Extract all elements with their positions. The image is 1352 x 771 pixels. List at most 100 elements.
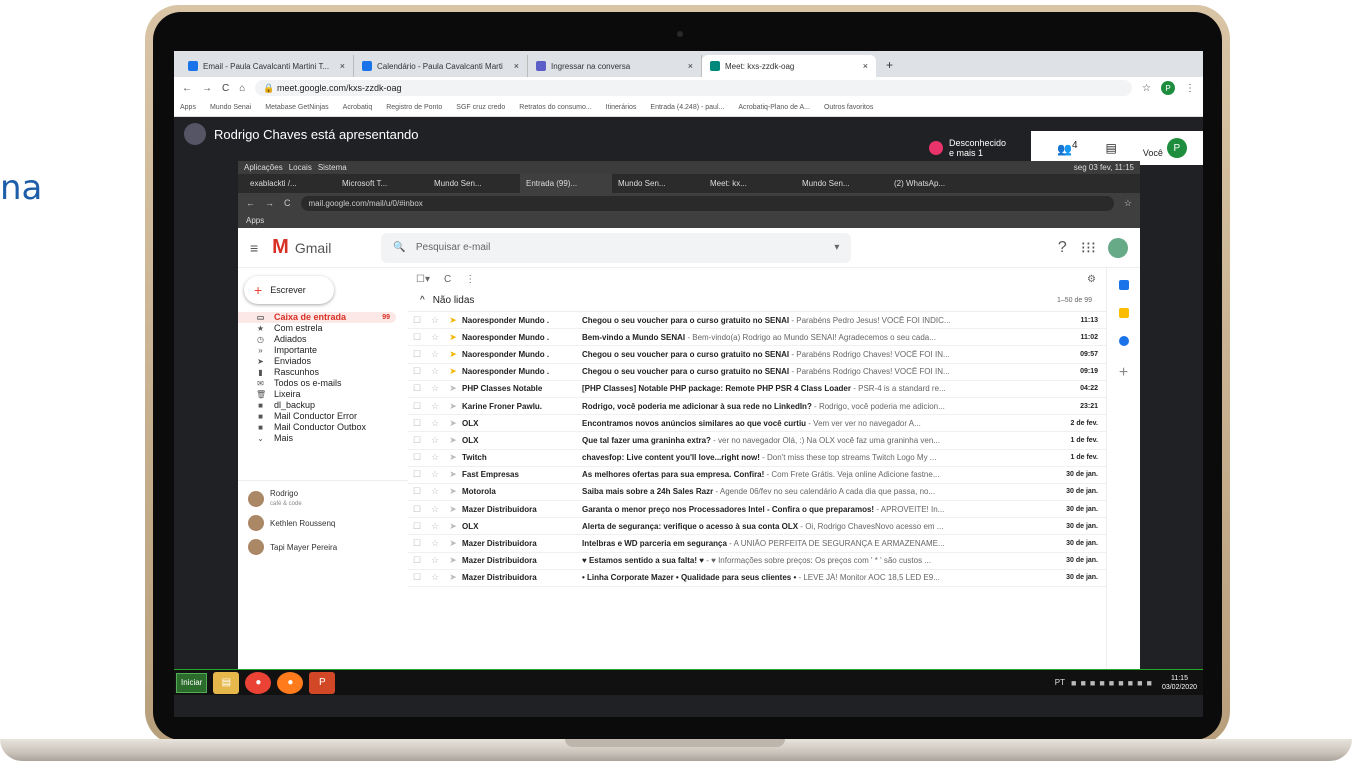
os-menu-item[interactable]: Sistema (318, 163, 347, 172)
sidebar-item[interactable]: ■ Mail Conductor Outbox (238, 422, 408, 433)
inner-reload-icon[interactable]: C (284, 198, 291, 208)
inner-tab[interactable]: Meet: kx... (704, 174, 796, 193)
inner-tab[interactable]: Mundo Sen... (428, 174, 520, 193)
more-icon[interactable]: ⋮ (465, 274, 475, 285)
sidebar-item[interactable]: 🗑 Lixeira (238, 389, 408, 400)
forward-icon[interactable]: → (202, 83, 212, 94)
row-checkbox[interactable]: ☐ (408, 435, 426, 446)
new-tab-icon[interactable]: + (886, 58, 893, 72)
important-marker-icon[interactable]: ➤ (444, 418, 462, 429)
tasks-icon[interactable] (1118, 336, 1129, 346)
inner-apps[interactable]: Apps (238, 213, 1140, 228)
table-row[interactable]: ☐ ☆ ➤ OLX Alerta de segurança: verifique o a… (408, 518, 1106, 536)
close-icon[interactable]: × (340, 61, 345, 71)
important-marker-icon[interactable]: ➤ (444, 555, 462, 566)
inner-star-icon[interactable]: ☆ (1124, 198, 1132, 209)
table-row[interactable]: ☐ ☆ ➤ PHP Classes Notable [PHP Classes] Nota… (408, 381, 1106, 398)
row-checkbox[interactable]: ☐ (408, 332, 426, 343)
star-icon[interactable]: ☆ (426, 486, 444, 497)
sidebar-item[interactable]: ◷ Adiados (238, 334, 408, 345)
star-icon[interactable]: ☆ (426, 521, 444, 532)
chat-icon[interactable]: ▤ (1106, 141, 1117, 155)
row-checkbox[interactable]: ☐ (408, 349, 426, 360)
row-checkbox[interactable]: ☐ (408, 555, 426, 566)
bookmark-item[interactable]: Apps (180, 104, 196, 111)
sidebar-item[interactable]: ✉ Todos os e-mails (238, 378, 408, 389)
bookmark-item[interactable]: Acrobatiq-Plano de A... (738, 104, 810, 111)
star-icon[interactable]: ☆ (426, 315, 444, 326)
self-tile[interactable]: Você P (1143, 138, 1187, 158)
row-checkbox[interactable]: ☐ (408, 401, 426, 412)
contact-item[interactable]: Tapi Mayer Pereira (238, 535, 408, 559)
star-icon[interactable]: ☆ (426, 366, 444, 377)
star-icon[interactable]: ☆ (426, 418, 444, 429)
table-row[interactable]: ☐ ☆ ➤ Mazer Distribuidora Garanta o menor pr… (408, 501, 1106, 519)
keep-icon[interactable] (1118, 308, 1129, 318)
row-checkbox[interactable]: ☐ (408, 538, 426, 549)
bookmark-item[interactable]: Outros favoritos (824, 104, 873, 111)
star-icon[interactable]: ☆ (426, 572, 444, 583)
select-all-checkbox[interactable]: ☐▾ (416, 274, 430, 285)
start-button[interactable]: Iniciar (176, 672, 208, 693)
important-marker-icon[interactable]: ➤ (444, 521, 462, 532)
row-checkbox[interactable]: ☐ (408, 521, 426, 532)
help-icon[interactable]: ? (1058, 239, 1067, 257)
file-explorer-icon[interactable]: ▤ (213, 671, 240, 694)
home-icon[interactable]: ⌂ (239, 83, 245, 94)
reload-icon[interactable]: C (222, 83, 229, 94)
inner-url-input[interactable]: mail.google.com/mail/u/0/#inbox (300, 195, 1114, 211)
sidebar-item[interactable]: ⌄ Mais (238, 433, 408, 444)
compose-button[interactable]: + Escrever (244, 276, 334, 304)
inner-forward-icon[interactable]: → (265, 198, 274, 208)
calendar-icon[interactable] (1118, 280, 1129, 290)
settings-icon[interactable]: ⚙ (1087, 274, 1096, 285)
row-checkbox[interactable]: ☐ (408, 572, 426, 583)
important-marker-icon[interactable]: ➤ (444, 469, 462, 480)
important-marker-icon[interactable]: ➤ (444, 486, 462, 497)
sidebar-item[interactable]: ▮ Rascunhos (238, 367, 408, 378)
unread-section-header[interactable]: ^ Não lidas 1–50 de 99 (408, 290, 1106, 312)
important-marker-icon[interactable]: ➤ (444, 435, 462, 446)
star-icon[interactable]: ☆ (1142, 83, 1151, 94)
row-checkbox[interactable]: ☐ (408, 418, 426, 429)
sidebar-item[interactable]: ▭ Caixa de entrada 99 (238, 312, 396, 323)
important-marker-icon[interactable]: ➤ (444, 504, 462, 515)
table-row[interactable]: ☐ ☆ ➤ Naoresponder Mundo . Chegou o seu vouc… (408, 312, 1106, 330)
star-icon[interactable]: ☆ (426, 383, 444, 394)
table-row[interactable]: ☐ ☆ ➤ Naoresponder Mundo . Chegou o seu vouc… (408, 346, 1106, 364)
sidebar-item[interactable]: ■ Mail Conductor Error (238, 411, 408, 422)
table-row[interactable]: ☐ ☆ ➤ Naoresponder Mundo . Chegou o seu vouc… (408, 364, 1106, 381)
star-icon[interactable]: ☆ (426, 504, 444, 515)
star-icon[interactable]: ☆ (426, 332, 444, 343)
star-icon[interactable]: ☆ (426, 401, 444, 412)
star-icon[interactable]: ☆ (426, 555, 444, 566)
outer-tab[interactable]: Meet: kxs-zzdk-oag × (702, 55, 876, 77)
table-row[interactable]: ☐ ☆ ➤ Motorola Saiba mais sobre a 24h Sales … (408, 484, 1106, 502)
important-marker-icon[interactable]: ➤ (444, 332, 462, 343)
contact-item[interactable]: Rodrigo café & code (238, 487, 408, 511)
os-menu-item[interactable]: Locais (289, 163, 312, 172)
table-row[interactable]: ☐ ☆ ➤ Naoresponder Mundo . Bem-vindo a Mundo… (408, 329, 1106, 347)
important-marker-icon[interactable]: ➤ (444, 349, 462, 360)
row-checkbox[interactable]: ☐ (408, 315, 426, 326)
close-icon[interactable]: × (863, 61, 868, 71)
os-menu-item[interactable]: Aplicações (244, 163, 283, 172)
firefox-icon[interactable]: ● (277, 671, 304, 694)
important-marker-icon[interactable]: ➤ (444, 538, 462, 549)
search-input[interactable]: 🔍 Pesquisar e-mail ▾ (381, 232, 852, 263)
search-options-icon[interactable]: ▾ (834, 242, 839, 253)
outer-tab[interactable]: Ingressar na conversa × (528, 55, 702, 77)
back-icon[interactable]: ← (182, 83, 192, 94)
sidebar-item[interactable]: ■ dl_backup (238, 400, 408, 411)
table-row[interactable]: ☐ ☆ ➤ OLX Que tal fazer uma graninha extra? … (408, 432, 1106, 450)
bookmark-item[interactable]: Acrobatiq (343, 104, 373, 111)
sidebar-item[interactable]: ★ Com estrela (238, 323, 408, 334)
unknown-participant[interactable]: Desconhecido e mais 1 (921, 131, 1031, 165)
chrome-icon[interactable]: ● (245, 671, 272, 694)
important-marker-icon[interactable]: ➤ (444, 572, 462, 583)
contact-item[interactable]: Kethlen Roussenq (238, 511, 408, 535)
important-marker-icon[interactable]: ➤ (444, 383, 462, 394)
outer-url-input[interactable]: 🔒 meet.google.com/kxs-zzdk-oag (255, 80, 1133, 96)
language-indicator[interactable]: PT (1055, 678, 1065, 687)
apps-grid-icon[interactable]: ⁝⁝⁝ (1081, 238, 1096, 258)
